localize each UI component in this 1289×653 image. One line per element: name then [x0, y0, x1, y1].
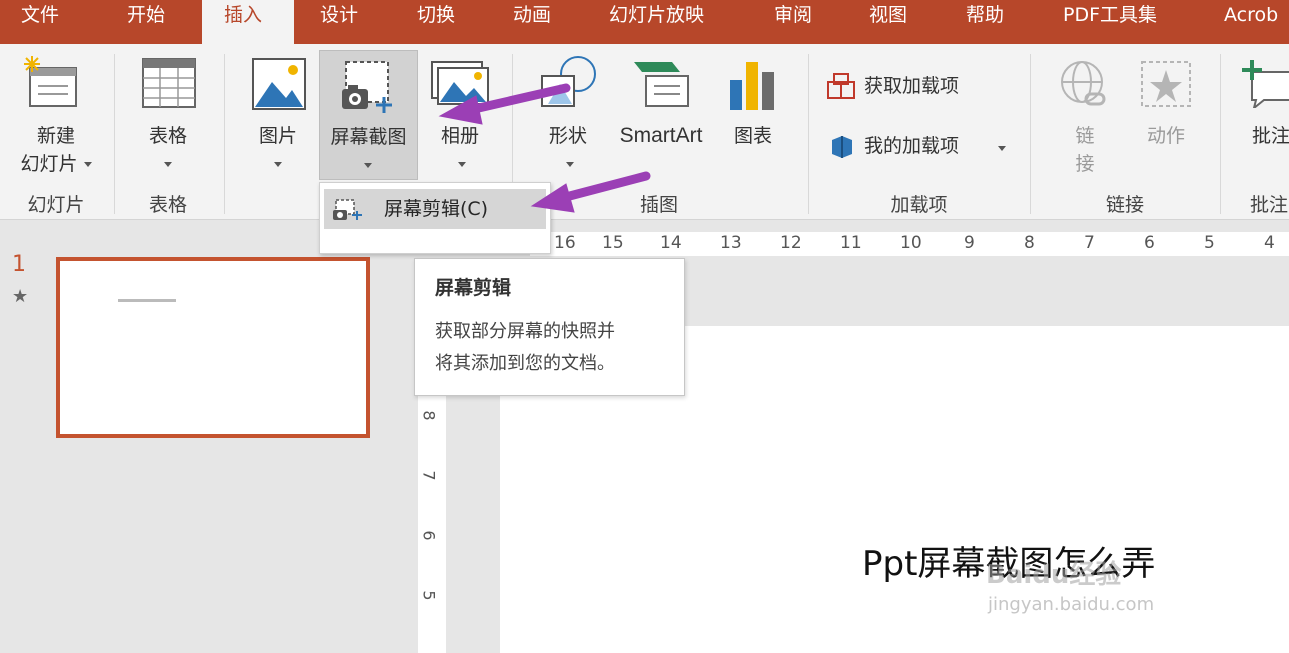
- annotation-arrowhead-screenshot: [438, 95, 483, 125]
- annotation-arrow-clipping: [557, 171, 651, 203]
- annotation-arrow-screenshot: [465, 83, 571, 115]
- annotation-arrowhead-clipping: [530, 183, 575, 213]
- annotation-arrows: [438, 83, 651, 213]
